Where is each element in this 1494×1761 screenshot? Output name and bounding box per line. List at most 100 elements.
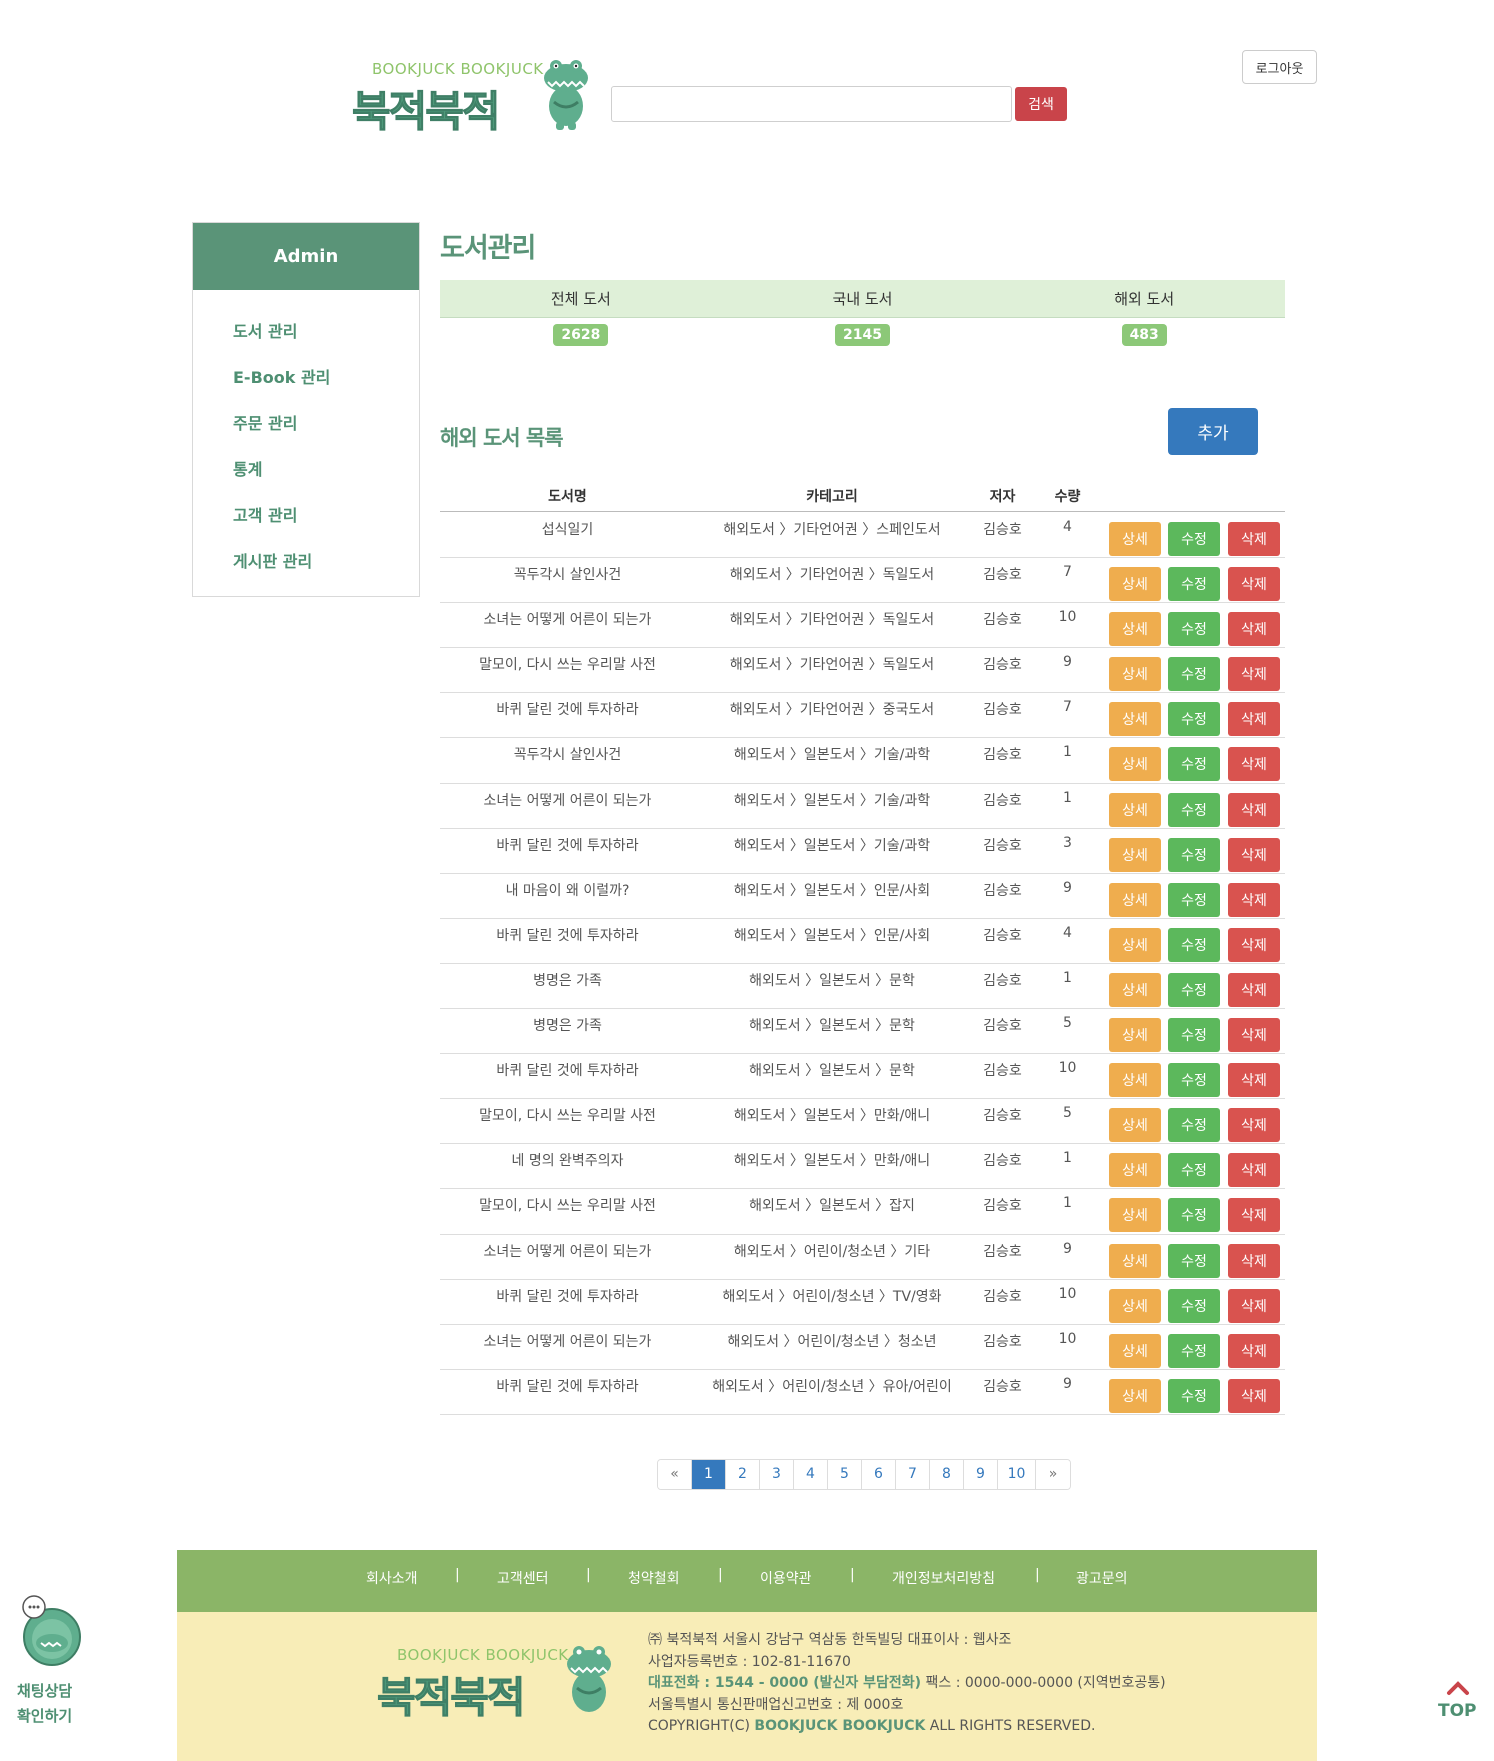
detail-button[interactable]: 상세 <box>1109 702 1161 737</box>
delete-button[interactable]: 삭제 <box>1228 702 1280 737</box>
pagination-page[interactable]: 2 <box>726 1460 760 1489</box>
pagination-prev[interactable]: « <box>658 1460 692 1489</box>
pagination-page[interactable]: 8 <box>930 1460 964 1489</box>
scroll-top-button[interactable]: TOP <box>1438 1677 1478 1727</box>
edit-button[interactable]: 수정 <box>1168 1198 1220 1233</box>
delete-button[interactable]: 삭제 <box>1228 882 1280 917</box>
edit-button[interactable]: 수정 <box>1168 1288 1220 1323</box>
edit-button[interactable]: 수정 <box>1168 837 1220 872</box>
pagination-page[interactable]: 4 <box>794 1460 828 1489</box>
edit-button[interactable]: 수정 <box>1168 657 1220 692</box>
edit-button[interactable]: 수정 <box>1168 747 1220 782</box>
edit-button[interactable]: 수정 <box>1168 972 1220 1007</box>
detail-button[interactable]: 상세 <box>1109 1288 1161 1323</box>
logout-button[interactable]: 로그아웃 <box>1242 50 1317 84</box>
footer-link-about[interactable]: 회사소개 <box>366 1568 418 1588</box>
book-category: 해외도서 〉기타언어권 〉스페인도서 <box>723 522 941 538</box>
search-button[interactable]: 검색 <box>1015 87 1067 121</box>
book-quantity: 10 <box>1058 1285 1077 1302</box>
detail-button[interactable]: 상세 <box>1109 792 1161 827</box>
footer-link-terms[interactable]: 이용약관 <box>760 1568 812 1588</box>
table-row: 말모이, 다시 쓰는 우리말 사전 해외도서 〉일본도서 〉잡지 김승호 1 상세 수정 삭… <box>440 1189 1285 1235</box>
detail-button[interactable]: 상세 <box>1109 747 1161 782</box>
detail-button[interactable]: 상세 <box>1109 1153 1161 1188</box>
delete-button[interactable]: 삭제 <box>1228 522 1280 556</box>
add-book-button[interactable]: 추가 <box>1168 408 1258 455</box>
edit-button[interactable]: 수정 <box>1168 1153 1220 1188</box>
delete-button[interactable]: 삭제 <box>1228 792 1280 827</box>
delete-button[interactable]: 삭제 <box>1228 1378 1280 1413</box>
sidebar-item-customers[interactable]: 고객 관리 <box>233 502 297 526</box>
delete-button[interactable]: 삭제 <box>1228 612 1280 647</box>
pagination-page[interactable]: 9 <box>964 1460 998 1489</box>
edit-button[interactable]: 수정 <box>1168 1243 1220 1278</box>
book-author: 김승호 <box>983 612 1022 629</box>
delete-button[interactable]: 삭제 <box>1228 1108 1280 1143</box>
chat-consult-button[interactable]: 채팅상담 확인하기 <box>15 1595 85 1735</box>
detail-button[interactable]: 상세 <box>1109 882 1161 917</box>
sidebar-item-ebook[interactable]: E-Book 관리 <box>233 364 330 388</box>
footer-link-ads[interactable]: 광고문의 <box>1076 1568 1128 1588</box>
footer-link-privacy[interactable]: 개인정보처리방침 <box>892 1568 995 1588</box>
sidebar-item-stats[interactable]: 통계 <box>233 456 262 480</box>
delete-button[interactable]: 삭제 <box>1228 1018 1280 1053</box>
edit-button[interactable]: 수정 <box>1168 1108 1220 1143</box>
pagination-page[interactable]: 1 <box>692 1460 726 1489</box>
edit-button[interactable]: 수정 <box>1168 1018 1220 1053</box>
delete-button[interactable]: 삭제 <box>1228 747 1280 782</box>
detail-button[interactable]: 상세 <box>1109 522 1161 556</box>
delete-button[interactable]: 삭제 <box>1228 837 1280 872</box>
stat-label-foreign: 해외 도서 <box>1114 290 1175 308</box>
edit-button[interactable]: 수정 <box>1168 792 1220 827</box>
detail-button[interactable]: 상세 <box>1109 1198 1161 1233</box>
table-row: 말모이, 다시 쓰는 우리말 사전 해외도서 〉기타언어권 〉독일도서 김승호 9 상세… <box>440 648 1285 694</box>
footer-link-withdrawal[interactable]: 청약철회 <box>628 1568 680 1588</box>
detail-button[interactable]: 상세 <box>1109 1063 1161 1098</box>
delete-button[interactable]: 삭제 <box>1228 657 1280 692</box>
pagination-page[interactable]: 3 <box>760 1460 794 1489</box>
pagination-page[interactable]: 6 <box>862 1460 896 1489</box>
detail-button[interactable]: 상세 <box>1109 1243 1161 1278</box>
detail-button[interactable]: 상세 <box>1109 972 1161 1007</box>
pagination-page[interactable]: 10 <box>998 1460 1036 1489</box>
detail-button[interactable]: 상세 <box>1109 1333 1161 1368</box>
delete-button[interactable]: 삭제 <box>1228 567 1280 602</box>
edit-button[interactable]: 수정 <box>1168 1063 1220 1098</box>
edit-button[interactable]: 수정 <box>1168 927 1220 962</box>
delete-button[interactable]: 삭제 <box>1228 1288 1280 1323</box>
delete-button[interactable]: 삭제 <box>1228 972 1280 1007</box>
footer-link-support[interactable]: 고객센터 <box>497 1568 549 1588</box>
edit-button[interactable]: 수정 <box>1168 567 1220 602</box>
pagination-page[interactable]: 5 <box>828 1460 862 1489</box>
detail-button[interactable]: 상세 <box>1109 837 1161 872</box>
delete-button[interactable]: 삭제 <box>1228 927 1280 962</box>
search-input[interactable] <box>611 86 1012 122</box>
edit-button[interactable]: 수정 <box>1168 702 1220 737</box>
pagination-page[interactable]: 7 <box>896 1460 930 1489</box>
edit-button[interactable]: 수정 <box>1168 612 1220 647</box>
edit-button[interactable]: 수정 <box>1168 1333 1220 1368</box>
detail-button[interactable]: 상세 <box>1109 567 1161 602</box>
book-title: 말모이, 다시 쓰는 우리말 사전 <box>479 1198 656 1215</box>
book-title: 내 마음이 왜 이럴까? <box>505 882 630 899</box>
delete-button[interactable]: 삭제 <box>1228 1063 1280 1098</box>
delete-button[interactable]: 삭제 <box>1228 1243 1280 1278</box>
sidebar-item-orders[interactable]: 주문 관리 <box>233 410 297 434</box>
detail-button[interactable]: 상세 <box>1109 657 1161 692</box>
sidebar-item-books[interactable]: 도서 관리 <box>233 318 297 342</box>
delete-button[interactable]: 삭제 <box>1228 1198 1280 1233</box>
detail-button[interactable]: 상세 <box>1109 612 1161 647</box>
table-row: 바퀴 달린 것에 투자하라 해외도서 〉일본도서 〉기술/과학 김승호 3 상세 수정 삭제 <box>440 829 1285 874</box>
edit-button[interactable]: 수정 <box>1168 522 1220 556</box>
edit-button[interactable]: 수정 <box>1168 882 1220 917</box>
delete-button[interactable]: 삭제 <box>1228 1333 1280 1368</box>
detail-button[interactable]: 상세 <box>1109 1108 1161 1143</box>
detail-button[interactable]: 상세 <box>1109 1378 1161 1413</box>
pagination-next[interactable]: » <box>1036 1460 1070 1489</box>
detail-button[interactable]: 상세 <box>1109 1018 1161 1053</box>
site-logo[interactable]: BOOKJUCK BOOKJUCK 북적북적 <box>352 56 592 137</box>
sidebar-item-board[interactable]: 게시판 관리 <box>233 548 312 572</box>
detail-button[interactable]: 상세 <box>1109 927 1161 962</box>
edit-button[interactable]: 수정 <box>1168 1378 1220 1413</box>
delete-button[interactable]: 삭제 <box>1228 1153 1280 1188</box>
